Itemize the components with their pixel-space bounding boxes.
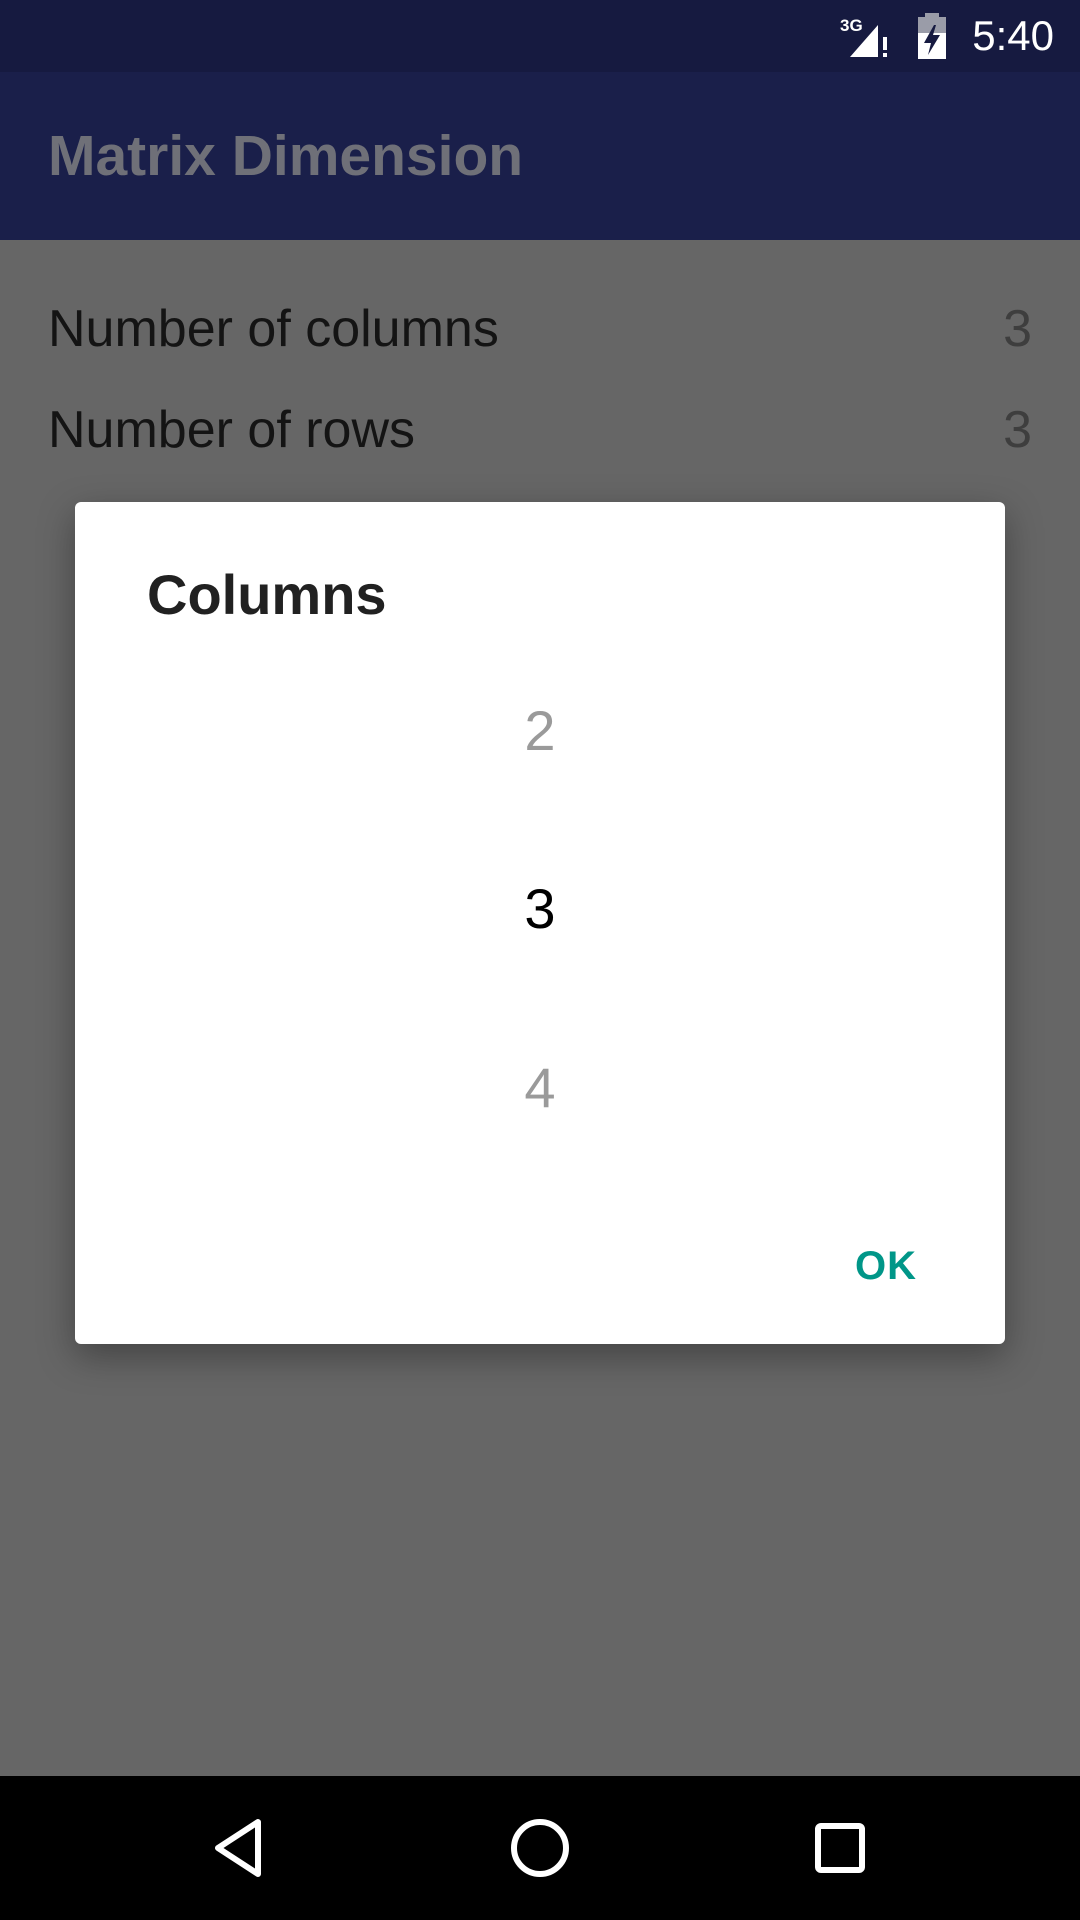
- signal-3g-icon: 3G: [840, 16, 888, 57]
- app-title: Matrix Dimension: [48, 124, 524, 188]
- pref-label-rows: Number of rows: [48, 401, 415, 459]
- home-icon[interactable]: [504, 1812, 576, 1884]
- pref-row-rows[interactable]: Number of rows 3: [48, 385, 1032, 475]
- recents-icon[interactable]: [804, 1812, 876, 1884]
- battery-charging-icon: [918, 13, 947, 59]
- status-icons: 3G 5:40: [840, 0, 1054, 72]
- dialog-title: Columns: [147, 563, 387, 626]
- network-type-label: 3G: [840, 16, 863, 35]
- picker-next-value[interactable]: 4: [75, 1055, 1005, 1120]
- ok-button[interactable]: OK: [847, 1234, 925, 1299]
- status-time: 5:40: [972, 12, 1054, 59]
- navigation-bar: [0, 1776, 1080, 1920]
- pref-value-columns: 3: [1003, 300, 1032, 358]
- columns-dialog: Columns 2 3 4 OK: [75, 502, 1005, 1344]
- app-bar: Matrix Dimension: [0, 72, 1080, 240]
- pref-label-columns: Number of columns: [48, 300, 499, 358]
- pref-value-rows: 3: [1003, 401, 1032, 459]
- picker-selected-value[interactable]: 3: [75, 876, 1005, 941]
- status-bar: 3G 5:40: [0, 0, 1080, 72]
- pref-row-columns[interactable]: Number of columns 3: [48, 284, 1032, 374]
- back-icon[interactable]: [204, 1812, 276, 1884]
- picker-previous-value[interactable]: 2: [75, 698, 1005, 763]
